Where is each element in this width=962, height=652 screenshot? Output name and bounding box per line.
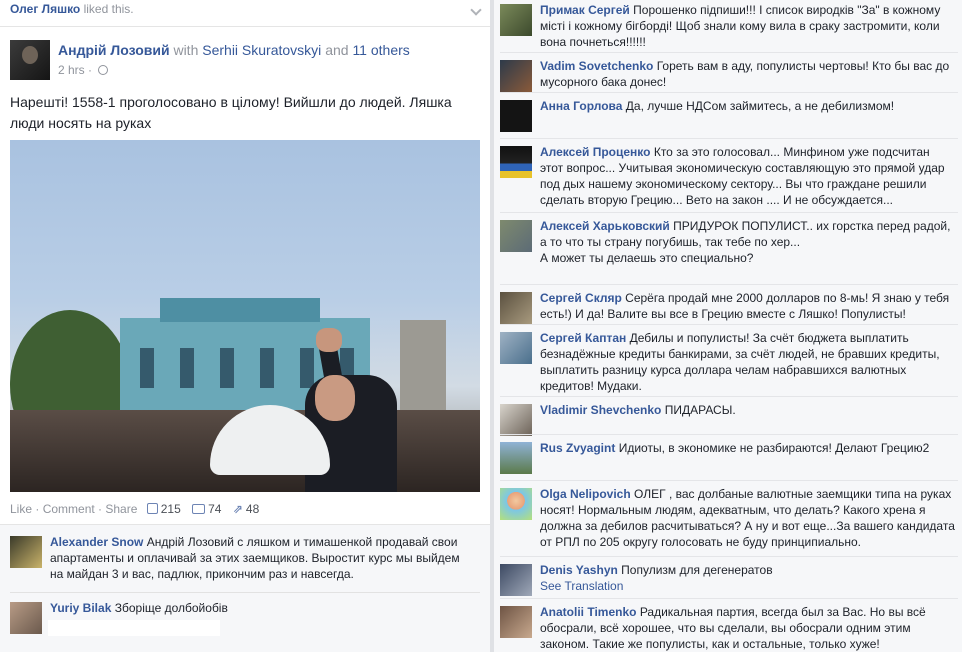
thumbs-up-icon: [146, 503, 158, 514]
post-header: Андрій Лозовий with Serhii Skuratovskyi …: [58, 42, 410, 58]
comment-text: Зборіще долбойобів: [114, 601, 228, 615]
commenter-name[interactable]: Vadim Sovetchenko: [540, 59, 653, 73]
divider: [500, 434, 958, 435]
commenter-avatar[interactable]: [500, 606, 532, 638]
divider: [500, 396, 958, 397]
screen: Олег Ляшко liked this. Андрій Лозовий wi…: [0, 0, 962, 652]
chevron-down-icon[interactable]: [470, 4, 482, 16]
commenter-avatar[interactable]: [500, 4, 532, 36]
divider: [500, 284, 958, 285]
commenter-name[interactable]: Примак Сергей: [540, 3, 630, 17]
comment-text-line: а то что ты страну погубишь, так тебе по…: [540, 235, 801, 249]
commenter-name[interactable]: Rus Zvyagint: [540, 441, 615, 455]
divider: [500, 556, 958, 557]
separator-dot: ·: [88, 63, 93, 77]
commenter-name[interactable]: Anatolii Timenko: [540, 605, 636, 619]
fist-shape: [316, 328, 342, 352]
commenter-avatar[interactable]: [500, 100, 532, 132]
head-shape: [315, 375, 355, 421]
comments-panel: Примак Сергей Порошенко підпиши!!! І спи…: [494, 0, 962, 652]
divider: [500, 138, 958, 139]
see-translation-link[interactable]: See Translation: [540, 579, 623, 593]
and-text: and: [325, 42, 349, 58]
commenter-avatar[interactable]: [500, 442, 532, 474]
post-timestamp[interactable]: 2 hrs: [58, 63, 85, 77]
divider: [500, 92, 958, 93]
share-link[interactable]: Share: [105, 502, 137, 516]
comment-icon: [192, 504, 206, 514]
shares-count[interactable]: 48: [246, 502, 259, 516]
globe-icon: [98, 65, 109, 75]
commenter-avatar[interactable]: [10, 536, 42, 568]
liked-text: liked this.: [83, 2, 134, 16]
comment-link[interactable]: Comment: [43, 502, 95, 516]
divider: [500, 598, 958, 599]
commenter-avatar[interactable]: [500, 488, 532, 520]
commenter-avatar[interactable]: [500, 404, 532, 436]
divider: [500, 480, 958, 481]
comment-text: Популизм для дегенератов: [621, 563, 773, 577]
commenter-name[interactable]: Alexander Snow: [50, 535, 143, 549]
post-card: Олег Ляшко liked this. Андрій Лозовий wi…: [0, 0, 490, 652]
commenter-name[interactable]: Алексей Проценко: [540, 145, 650, 159]
divider: [10, 592, 480, 593]
comment-text: Идиоты, в экономике не разбираются! Дела…: [618, 441, 930, 455]
commenter-avatar[interactable]: [500, 60, 532, 92]
liked-notice: Олег Ляшко liked this.: [10, 2, 482, 22]
share-icon: ⇗: [232, 502, 243, 516]
commenter-name[interactable]: Vladimir Shevchenko: [540, 403, 661, 417]
commenter-name[interactable]: Анна Горлова: [540, 99, 622, 113]
commenter-avatar[interactable]: [10, 602, 42, 634]
commenter-name[interactable]: Алексей Харьковский: [540, 219, 670, 233]
divider: [500, 212, 958, 213]
divider: [500, 324, 958, 325]
like-link[interactable]: Like: [10, 502, 32, 516]
post-meta: 2 hrs ·: [58, 63, 109, 77]
commenter-name[interactable]: Olga Nelipovich: [540, 487, 631, 501]
post-text: Нарешті! 1558-1 проголосовано в цілому! …: [10, 94, 452, 131]
liker-name-link[interactable]: Олег Ляшко: [10, 2, 80, 16]
commenter-avatar[interactable]: [500, 220, 532, 252]
comment-text: Да, лучше НДСом займитесь, а не дебилизм…: [625, 99, 895, 113]
comment-text: ПИДАРАСЫ.: [664, 403, 736, 417]
divider: [0, 26, 490, 27]
with-text: with: [173, 42, 199, 58]
comment-text-line: А может ты делаешь это специально?: [540, 251, 754, 265]
author-avatar[interactable]: [10, 40, 50, 80]
commenter-avatar[interactable]: [500, 564, 532, 596]
commenter-name[interactable]: Сергей Скляр: [540, 291, 622, 305]
commenter-name[interactable]: Сергей Каптан: [540, 331, 626, 345]
comment-input[interactable]: [48, 620, 220, 636]
post-actions: Like · Comment · Share 215 74 ⇗ 48: [10, 502, 260, 516]
commenter-name[interactable]: Yuriy Bilak: [50, 601, 111, 615]
post-photo[interactable]: [10, 140, 480, 492]
author-link[interactable]: Андрій Лозовий: [58, 42, 170, 58]
tagged-friend-link[interactable]: Serhii Skuratovskyi: [202, 42, 321, 58]
comments-count[interactable]: 74: [208, 502, 221, 516]
divider: [500, 52, 958, 53]
commenter-name[interactable]: Denis Yashyn: [540, 563, 618, 577]
comment-text: ПРИДУРОК ПОПУЛИСТ.. их горстка перед рад…: [673, 219, 951, 233]
commenter-avatar[interactable]: [500, 146, 532, 178]
commenter-avatar[interactable]: [500, 292, 532, 324]
commenter-avatar[interactable]: [500, 332, 532, 364]
likes-count[interactable]: 215: [161, 502, 181, 516]
others-link[interactable]: 11 others: [352, 42, 409, 58]
